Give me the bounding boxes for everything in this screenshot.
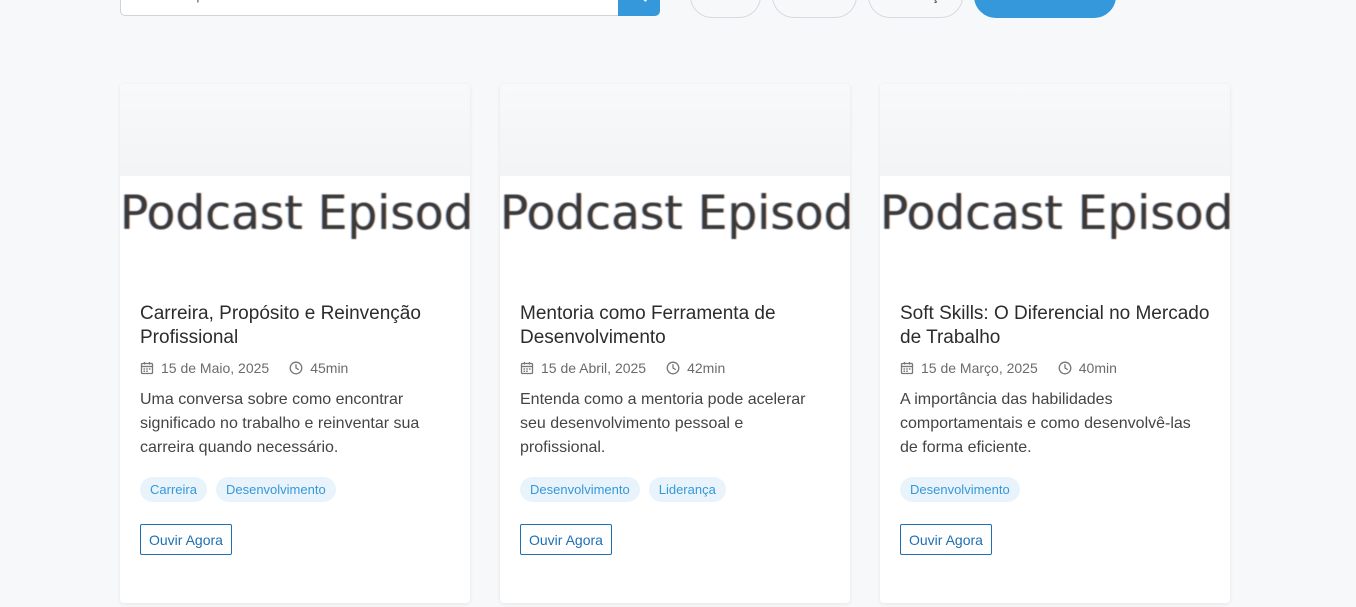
episode-card: Podcast Episode Mentoria como Ferramenta… [500,84,850,603]
episode-description: Entenda como a mentoria pode acelerar se… [520,391,806,456]
episode-banner-text: Podcast Episode [880,186,1230,241]
episode-title: Carreira, Propósito e Reinvenção Profiss… [140,303,421,348]
episode-card: Podcast Episode Carreira, Propósito e Re… [120,84,470,603]
episode-duration: 45min [310,360,349,376]
episode-tags: Desenvolvimento [900,477,1210,502]
search-icon [631,0,647,5]
listen-now-button[interactable]: Ouvir Agora [520,524,612,555]
calendar-icon [140,361,154,375]
episode-tag[interactable]: Carreira [140,477,207,502]
episode-tags: Carreira Desenvolvimento [140,477,450,502]
category-filters: Todos Carreira Liderança Desenvolvimento [690,0,1116,18]
episode-tags: Desenvolvimento Liderança [520,477,830,502]
episode-tag[interactable]: Liderança [648,477,726,502]
episode-banner-text: Podcast Episode [120,186,470,241]
calendar-icon [900,361,914,375]
listen-now-button[interactable]: Ouvir Agora [900,524,992,555]
episode-description: Uma conversa sobre como encontrar signif… [140,391,420,456]
episode-title: Mentoria como Ferramenta de Desenvolvime… [520,303,776,348]
filter-todos[interactable]: Todos [690,0,762,18]
calendar-icon [520,361,534,375]
search-button[interactable] [618,0,660,16]
episode-date: 15 de Abril, 2025 [541,360,647,376]
episode-thumbnail: Podcast Episode [120,84,470,276]
episode-date: 15 de Março, 2025 [921,360,1038,376]
search-input[interactable] [120,0,618,16]
clock-icon [289,361,303,375]
episode-date: 15 de Maio, 2025 [161,360,270,376]
episode-banner-text: Podcast Episode [500,186,850,241]
episode-duration: 42min [687,360,726,376]
episode-meta: 15 de Maio, 2025 45min [140,360,450,376]
episode-title: Soft Skills: O Diferencial no Mercado de… [900,303,1210,348]
episode-meta: 15 de Março, 2025 40min [900,360,1210,376]
episode-thumbnail: Podcast Episode [500,84,850,276]
clock-icon [666,361,680,375]
clock-icon [1058,361,1072,375]
episode-duration: 40min [1078,360,1117,376]
filter-lideranca[interactable]: Liderança [867,0,964,18]
episode-tag[interactable]: Desenvolvimento [520,477,640,502]
filter-desenvolvimento[interactable]: Desenvolvimento [974,0,1116,18]
episode-card: Podcast Episode Soft Skills: O Diferenci… [880,84,1230,603]
listen-now-button[interactable]: Ouvir Agora [140,524,232,555]
filter-carreira[interactable]: Carreira [772,0,857,18]
episode-description: A importância das habilidades comportame… [900,391,1191,456]
search-bar [120,0,660,16]
episode-meta: 15 de Abril, 2025 42min [520,360,830,376]
episode-tag[interactable]: Desenvolvimento [900,477,1020,502]
episode-tag[interactable]: Desenvolvimento [215,477,336,502]
episode-thumbnail: Podcast Episode [880,84,1230,276]
